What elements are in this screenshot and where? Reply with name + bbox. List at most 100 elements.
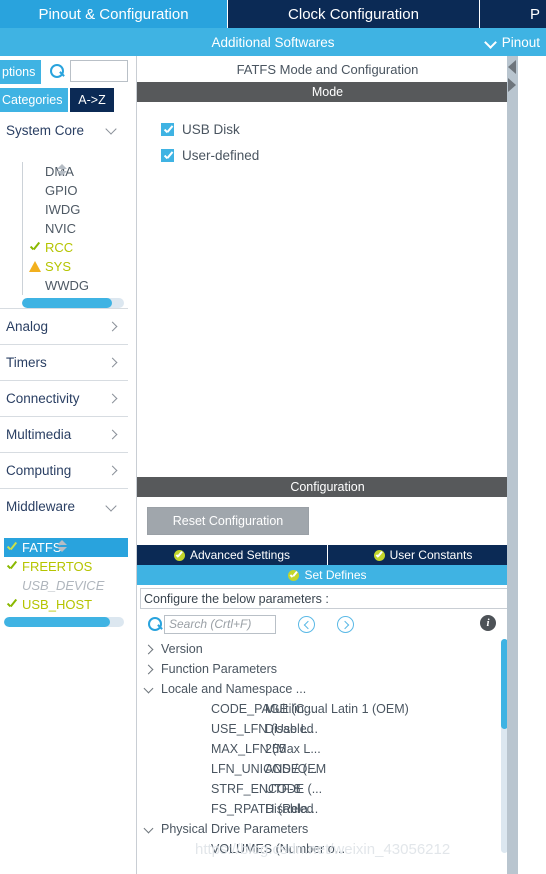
chevron-right-circle-icon[interactable] bbox=[337, 615, 354, 633]
sidebar-item-usb-device[interactable]: USB_DEVICE bbox=[4, 576, 128, 595]
sidebar-sublist-system-core: DMA GPIO IWDG NVIC RCC SYS WWDG bbox=[0, 162, 128, 308]
table-row[interactable]: VOLUMES (Number o... bbox=[145, 839, 518, 859]
sidebar-search-input[interactable] bbox=[70, 60, 128, 82]
sidebar-group-timers-label: Timers bbox=[6, 355, 47, 370]
sidebar-item-usb-device-label: USB_DEVICE bbox=[22, 578, 105, 593]
main-tabstrip: Pinout & Configuration Clock Configurati… bbox=[0, 0, 546, 28]
check-icon bbox=[6, 561, 22, 573]
table-row[interactable]: CODE_PAGE (C... Multilingual Latin 1 (OE… bbox=[145, 699, 518, 719]
sidebar-item-iwdg-label: IWDG bbox=[45, 202, 81, 217]
tree-group-locale-namespace-label: Locale and Namespace ... bbox=[161, 682, 307, 696]
param-value-code-page[interactable]: Multilingual Latin 1 (OEM) bbox=[265, 702, 409, 716]
table-row[interactable]: MAX_LFN (Max L... 255 bbox=[145, 739, 518, 759]
sidebar-item-nvic[interactable]: NVIC bbox=[27, 219, 128, 238]
sidebar-group-computing[interactable]: Computing bbox=[0, 452, 128, 488]
search-icon bbox=[146, 615, 164, 633]
param-value-max-lfn[interactable]: 255 bbox=[265, 742, 286, 756]
sidebar-item-sys[interactable]: SYS bbox=[27, 257, 128, 276]
scroll-updown-icon[interactable] bbox=[55, 164, 69, 176]
sidebar-group-analog[interactable]: Analog bbox=[0, 308, 128, 344]
tab-set-defines[interactable]: Set Defines bbox=[137, 565, 518, 585]
tab-project-manager[interactable]: P bbox=[480, 0, 546, 28]
sidebar-item-freertos-label: FREERTOS bbox=[22, 559, 93, 574]
expand-right-arrow-icon[interactable] bbox=[508, 78, 516, 92]
checkbox-usb-disk[interactable] bbox=[161, 122, 174, 136]
tab-advanced-settings[interactable]: Advanced Settings bbox=[137, 545, 328, 565]
sidebar-group-analog-label: Analog bbox=[6, 319, 49, 334]
a-to-z-tab[interactable]: A->Z bbox=[70, 88, 114, 112]
tab-project-manager-label: P bbox=[529, 5, 540, 23]
reset-configuration-button[interactable]: Reset Configuration bbox=[147, 507, 309, 535]
configure-note: Configure the below parameters : bbox=[140, 588, 515, 609]
pinout-dropdown-label: Pinout bbox=[501, 34, 540, 50]
options-button-label: ptions bbox=[2, 65, 36, 79]
tree-group-function-parameters[interactable]: Function Parameters bbox=[145, 659, 518, 679]
tree-search-input[interactable]: Search (Crtl+F) bbox=[164, 614, 276, 634]
sidebar-group-middleware[interactable]: Middleware bbox=[0, 488, 128, 524]
param-value-lfn-unicode[interactable]: ANSI/OEM bbox=[265, 762, 326, 776]
chevron-down-icon bbox=[145, 685, 161, 694]
param-name-max-lfn: MAX_LFN (Max L... bbox=[211, 742, 321, 756]
chevron-down-icon bbox=[485, 37, 496, 48]
tab-clock-configuration[interactable]: Clock Configuration bbox=[228, 0, 480, 28]
table-row[interactable]: FS_RPATH (Rela... Disabled bbox=[145, 799, 518, 819]
sidebar-item-wwdg[interactable]: WWDG bbox=[27, 276, 128, 295]
tree-group-version-label: Version bbox=[161, 642, 203, 656]
sidebar-item-dma[interactable]: DMA bbox=[27, 162, 128, 181]
sidebar-item-gpio-label: GPIO bbox=[45, 183, 78, 198]
additional-softwares-label[interactable]: Additional Softwares bbox=[0, 28, 546, 56]
info-icon[interactable]: i bbox=[480, 615, 496, 631]
sidebar-item-rcc[interactable]: RCC bbox=[27, 238, 128, 257]
reset-configuration-button-label: Reset Configuration bbox=[172, 514, 284, 528]
tab-pinout-configuration[interactable]: Pinout & Configuration bbox=[0, 0, 228, 28]
additional-softwares-bar: Additional Softwares Pinout bbox=[0, 28, 546, 56]
chevron-right-icon bbox=[145, 665, 161, 674]
tree-group-locale-namespace[interactable]: Locale and Namespace ... bbox=[145, 679, 518, 699]
param-value-strf-encode[interactable]: UTF-8 bbox=[265, 782, 300, 796]
sidebar-item-usb-host[interactable]: USB_HOST bbox=[4, 595, 128, 614]
chevron-right-icon bbox=[108, 430, 118, 440]
categories-sidebar: ptions Categories A->Z System Core DMA G… bbox=[0, 56, 128, 874]
panel-collapse-arrows[interactable] bbox=[507, 56, 518, 102]
options-button[interactable]: ptions bbox=[0, 60, 41, 84]
checkbox-row-user-defined[interactable]: User-defined bbox=[161, 142, 518, 168]
collapse-left-arrow-icon[interactable] bbox=[508, 60, 516, 74]
tree-group-version[interactable]: Version bbox=[145, 639, 518, 659]
table-row[interactable]: LFN_UNICODE (... ANSI/OEM bbox=[145, 759, 518, 779]
sidebar-search-row: ptions bbox=[0, 56, 128, 86]
tab-advanced-settings-label: Advanced Settings bbox=[189, 548, 291, 562]
sidebar-group-connectivity[interactable]: Connectivity bbox=[0, 380, 128, 416]
warning-icon bbox=[29, 261, 45, 272]
scroll-updown-icon[interactable] bbox=[55, 540, 69, 552]
a-to-z-tab-label: A->Z bbox=[78, 93, 106, 107]
middleware-hscrollbar[interactable] bbox=[4, 617, 124, 627]
checkbox-user-defined[interactable] bbox=[161, 148, 174, 162]
checkbox-row-usb-disk[interactable]: USB Disk bbox=[161, 116, 518, 142]
tree-search-placeholder: Search (Crtl+F) bbox=[169, 617, 252, 631]
categories-tab[interactable]: Categories bbox=[0, 88, 68, 112]
tree-group-physical-drive-parameters[interactable]: Physical Drive Parameters bbox=[145, 819, 518, 839]
sidebar-item-gpio[interactable]: GPIO bbox=[27, 181, 128, 200]
sidebar-item-rcc-label: RCC bbox=[45, 240, 74, 255]
pinout-dropdown[interactable]: Pinout bbox=[485, 28, 540, 56]
system-core-hscrollbar[interactable] bbox=[22, 298, 124, 308]
check-circle-icon bbox=[173, 549, 185, 561]
panel-vertical-scrollbar[interactable] bbox=[507, 56, 518, 874]
param-value-fs-rpath[interactable]: Disabled bbox=[265, 802, 314, 816]
tab-user-constants[interactable]: User Constants bbox=[328, 545, 518, 565]
checkbox-usb-disk-label: USB Disk bbox=[182, 121, 240, 137]
sidebar-item-iwdg[interactable]: IWDG bbox=[27, 200, 128, 219]
param-value-use-lfn[interactable]: Disabled bbox=[265, 722, 314, 736]
tree-group-physical-drive-parameters-label: Physical Drive Parameters bbox=[161, 822, 309, 836]
sidebar-group-multimedia[interactable]: Multimedia bbox=[0, 416, 128, 452]
system-core-items: DMA GPIO IWDG NVIC RCC SYS WWDG bbox=[22, 162, 128, 295]
table-row[interactable]: USE_LFN (Use L... Disabled bbox=[145, 719, 518, 739]
sidebar-group-timers[interactable]: Timers bbox=[0, 344, 128, 380]
chevron-left-circle-icon[interactable] bbox=[298, 615, 315, 633]
table-row[interactable]: STRF_ENCODE (... UTF-8 bbox=[145, 779, 518, 799]
sidebar-item-usb-host-label: USB_HOST bbox=[22, 597, 93, 612]
sidebar-group-system-core[interactable]: System Core bbox=[0, 112, 128, 148]
sidebar-item-freertos[interactable]: FREERTOS bbox=[4, 557, 128, 576]
check-circle-icon bbox=[288, 569, 300, 581]
sidebar-group-computing-label: Computing bbox=[6, 463, 72, 478]
